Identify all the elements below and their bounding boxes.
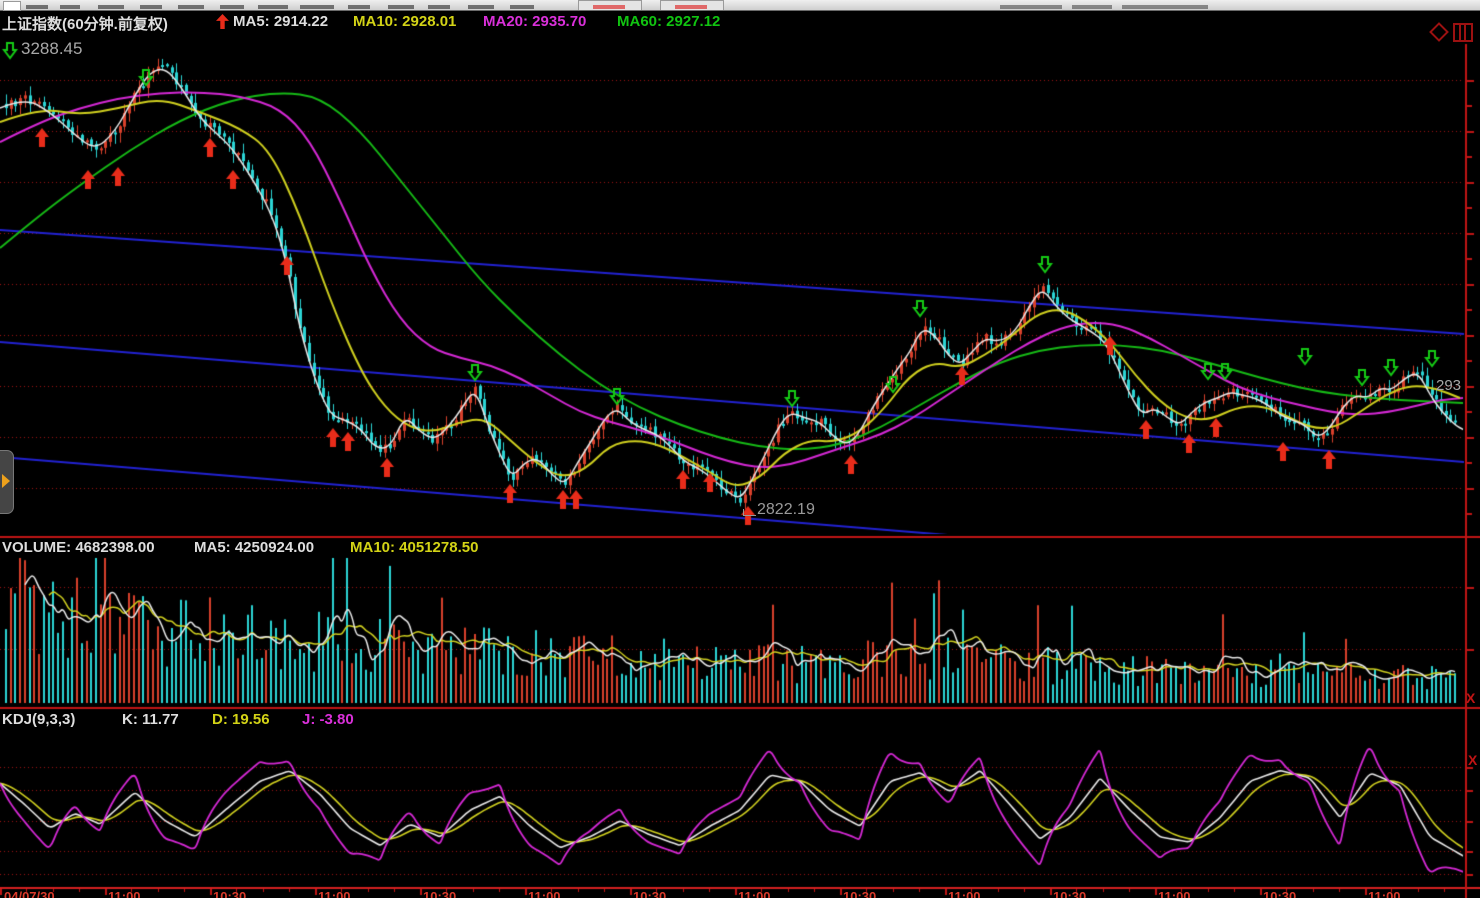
time-label: 11:00 — [528, 889, 561, 898]
menu-item-3[interactable] — [140, 5, 162, 9]
right-price-label: 293 — [1436, 377, 1461, 394]
time-label: 10:30 — [1263, 889, 1296, 898]
time-label: 10:30 — [423, 889, 456, 898]
menu-right-item-2[interactable] — [1122, 5, 1208, 9]
time-label: 10:30 — [1053, 889, 1086, 898]
volume-close-icon[interactable]: X — [1466, 690, 1475, 706]
time-label: 11:00 — [318, 889, 351, 898]
time-label: 10:30 — [633, 889, 666, 898]
kdj-title: KDJ(9,3,3) — [2, 711, 75, 728]
time-label: 04/07/30 — [4, 889, 55, 898]
toolbar-button-1[interactable] — [578, 0, 642, 10]
volume-value: VOLUME: 4682398.00 — [2, 539, 155, 556]
sidebar-expand-handle[interactable] — [0, 450, 14, 514]
kdj-k-value: K: 11.77 — [122, 711, 179, 728]
chart-canvas[interactable] — [0, 0, 1480, 898]
ma10-value: MA10: 2928.01 — [353, 13, 456, 30]
menu-item-5[interactable] — [220, 5, 244, 9]
menu-item-12[interactable] — [510, 5, 534, 9]
time-label: 11:00 — [948, 889, 981, 898]
time-label: 11:00 — [1368, 889, 1401, 898]
time-label: 11:00 — [738, 889, 771, 898]
kdj-d-value: D: 19.56 — [212, 711, 270, 728]
menu-item-2[interactable] — [98, 5, 124, 9]
menu-item-10[interactable] — [428, 5, 450, 9]
chart-title: 上证指数(60分钟.前复权) — [2, 13, 168, 34]
app-window: 上证指数(60分钟.前复权) MA5: 2914.22 MA10: 2928.0… — [0, 0, 1480, 898]
panes-icon[interactable] — [1453, 23, 1473, 42]
window-icon[interactable] — [3, 1, 21, 11]
kdj-j-value: J: -3.80 — [302, 711, 354, 728]
menu-item-0[interactable] — [26, 5, 48, 9]
volume-ma5: MA5: 4250924.00 — [194, 539, 314, 556]
ma20-value: MA20: 2935.70 — [483, 13, 586, 30]
menu-item-4[interactable] — [178, 5, 204, 9]
volume-ma10: MA10: 4051278.50 — [350, 539, 478, 556]
ma5-value: MA5: 2914.22 — [233, 13, 328, 30]
time-label: 10:30 — [843, 889, 876, 898]
menu-right-item-0[interactable] — [1000, 5, 1062, 9]
kdj-close-icon[interactable]: X — [1468, 752, 1477, 768]
menu-item-9[interactable] — [388, 5, 414, 9]
time-label: 11:00 — [1158, 889, 1191, 898]
menu-item-11[interactable] — [468, 5, 494, 9]
period-high-label: 3288.45 — [21, 39, 82, 59]
time-label: 11:00 — [108, 889, 141, 898]
ma60-value: MA60: 2927.12 — [617, 13, 720, 30]
menu-item-7[interactable] — [300, 5, 334, 9]
menu-right-item-1[interactable] — [1072, 5, 1112, 9]
menu-item-8[interactable] — [348, 5, 370, 9]
menu-item-6[interactable] — [258, 5, 288, 9]
period-low-label: 2822.19 — [757, 501, 815, 519]
expand-arrow-icon — [2, 474, 10, 488]
menu-item-1[interactable] — [60, 5, 80, 9]
menu-bar — [0, 0, 1480, 11]
time-label: 10:30 — [213, 889, 246, 898]
toolbar-button-2[interactable] — [660, 0, 724, 10]
